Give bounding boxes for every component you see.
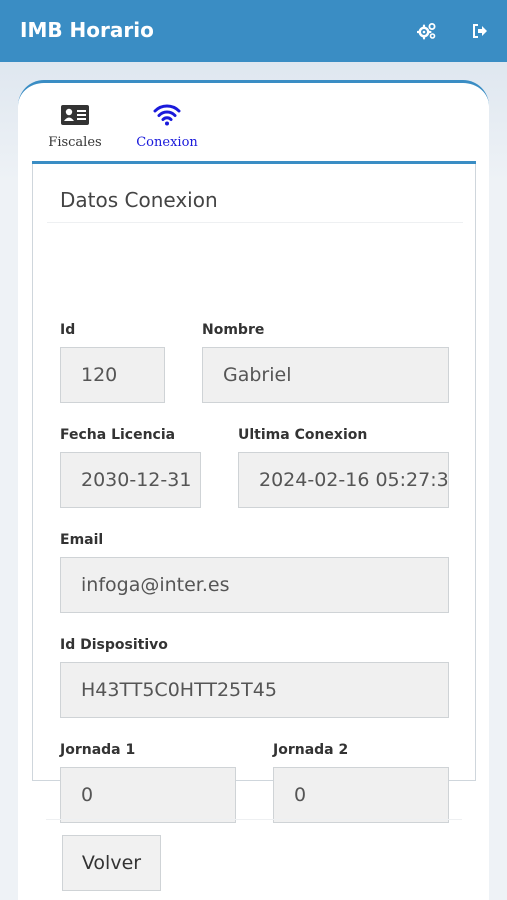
volver-button[interactable]: Volver — [62, 835, 161, 891]
jornada1-label: Jornada 1 — [60, 742, 136, 758]
ultima-conexion-field[interactable]: 2024-02-16 05:27:3 — [238, 452, 449, 508]
tab-fiscales[interactable]: Fiscales — [48, 103, 102, 150]
divider — [47, 222, 463, 223]
id-field[interactable]: 120 — [60, 347, 165, 403]
id-dispositivo-label: Id Dispositivo — [60, 637, 168, 653]
app-title: IMB Horario — [20, 18, 154, 42]
tab-label: Conexion — [136, 135, 198, 150]
id-dispositivo-field[interactable]: H43TT5C0HTT25T45 — [60, 662, 449, 718]
jornada2-field[interactable]: 0 — [273, 767, 449, 823]
wifi-icon — [153, 104, 181, 130]
email-label: Email — [60, 532, 104, 548]
sign-out-icon[interactable] — [469, 20, 491, 42]
nombre-label: Nombre — [202, 322, 265, 338]
tab-label: Fiscales — [48, 135, 102, 150]
id-label: Id — [60, 322, 76, 338]
id-card-icon — [61, 105, 89, 129]
panel-title: Datos Conexion — [60, 188, 218, 212]
settings-gears-icon[interactable] — [416, 20, 438, 42]
jornada1-field[interactable]: 0 — [60, 767, 236, 823]
tab-conexion[interactable]: Conexion — [132, 103, 202, 150]
app-header: IMB Horario — [0, 0, 507, 62]
nombre-field[interactable]: Gabriel — [202, 347, 449, 403]
datos-conexion-panel: Datos Conexion Id 120 Nombre Gabriel Fec… — [32, 164, 476, 823]
email-field[interactable]: infoga@inter.es — [60, 557, 449, 613]
jornada2-label: Jornada 2 — [273, 742, 349, 758]
divider — [46, 819, 462, 820]
fecha-licencia-field[interactable]: 2030-12-31 — [60, 452, 201, 508]
fecha-licencia-label: Fecha Licencia — [60, 427, 176, 443]
main-card: Fiscales Conexion Datos Conexion Id 120 … — [18, 80, 489, 900]
ultima-conexion-label: Ultima Conexion — [238, 427, 368, 443]
